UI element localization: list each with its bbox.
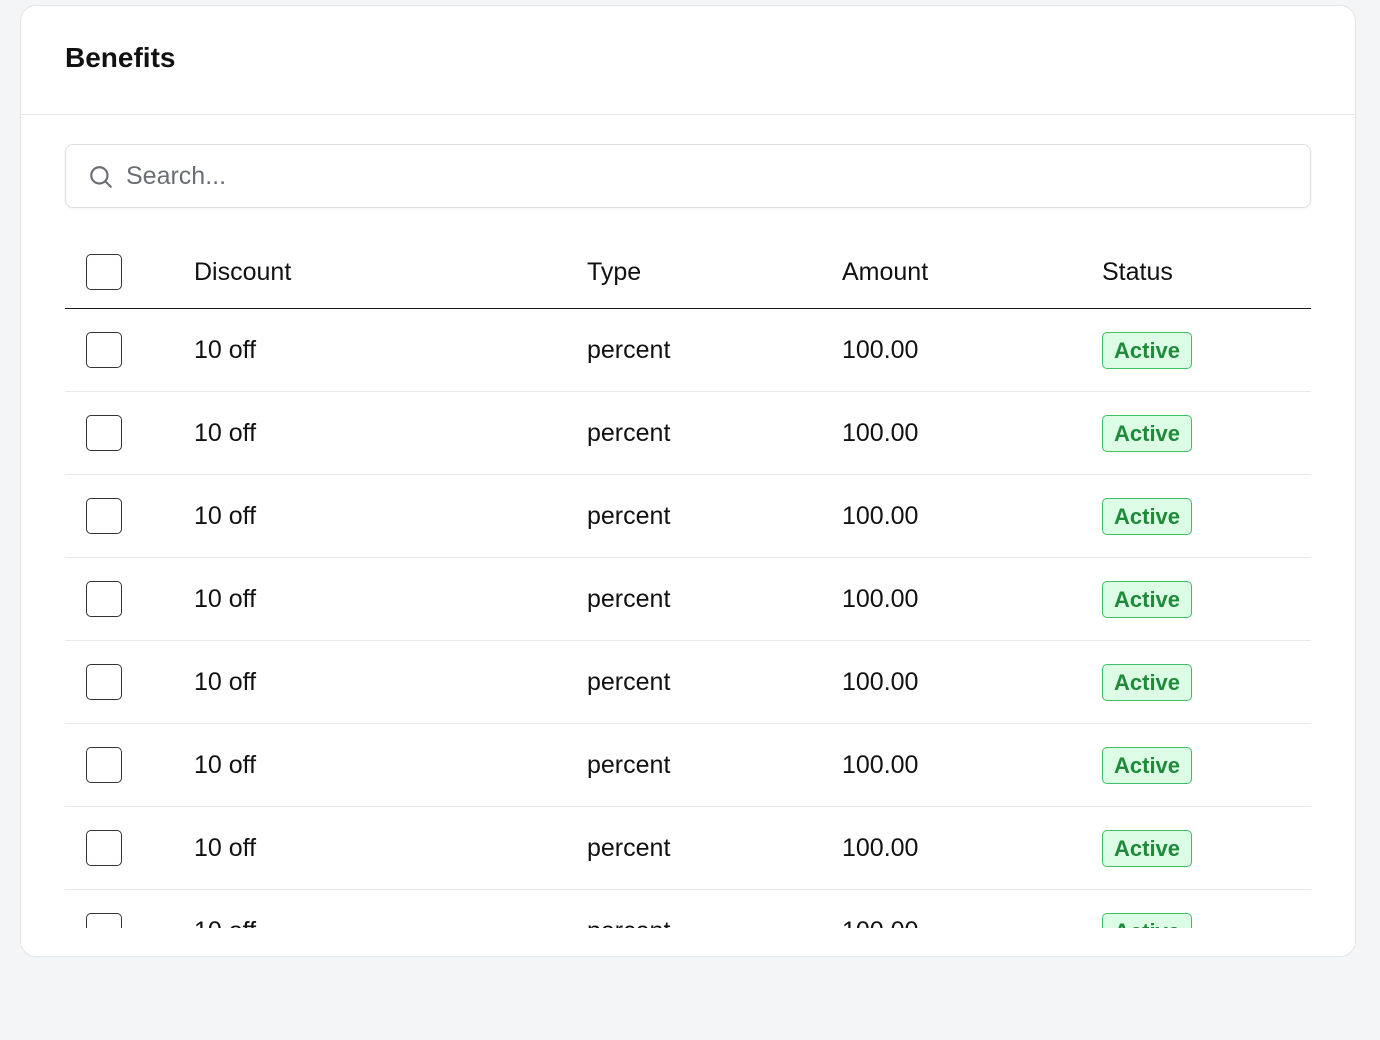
select-cell xyxy=(65,806,194,890)
status-cell: Active xyxy=(1102,308,1311,392)
type-cell: percent xyxy=(587,308,842,392)
benefits-card: Benefits Discount Type Amount xyxy=(20,5,1356,957)
row-checkbox[interactable] xyxy=(86,747,122,783)
type-cell: percent xyxy=(587,474,842,558)
select-cell xyxy=(65,474,194,558)
status-badge: Active xyxy=(1102,331,1193,369)
status-badge: Active xyxy=(1102,912,1193,928)
row-checkbox[interactable] xyxy=(86,664,122,700)
search-input[interactable] xyxy=(124,155,1228,197)
search-box[interactable] xyxy=(65,144,1311,208)
column-header-type[interactable]: Type xyxy=(587,236,842,309)
status-cell: Active xyxy=(1102,391,1311,475)
discount-cell: 10 off xyxy=(194,806,587,890)
table-row[interactable]: 10 off percent 100.00 Active xyxy=(65,308,1311,392)
table-row[interactable]: 10 off percent 100.00 Active xyxy=(65,640,1311,724)
card-header: Benefits xyxy=(21,6,1355,115)
type-cell: percent xyxy=(587,557,842,641)
discount-cell: 10 off xyxy=(194,640,587,724)
page-title: Benefits xyxy=(65,42,176,73)
type-cell: percent xyxy=(587,391,842,475)
status-badge: Active xyxy=(1102,580,1193,618)
status-badge: Active xyxy=(1102,829,1193,867)
select-cell xyxy=(65,557,194,641)
select-cell xyxy=(65,640,194,724)
amount-cell: 100.00 xyxy=(842,391,1102,475)
type-cell: percent xyxy=(587,889,842,928)
amount-cell: 100.00 xyxy=(842,557,1102,641)
status-badge: Active xyxy=(1102,663,1193,701)
status-cell: Active xyxy=(1102,889,1311,928)
status-cell: Active xyxy=(1102,474,1311,558)
status-cell: Active xyxy=(1102,723,1311,807)
discount-cell: 10 off xyxy=(194,889,587,928)
search-icon xyxy=(90,166,112,188)
table-row[interactable]: 10 off percent 100.00 Active xyxy=(65,474,1311,558)
status-cell: Active xyxy=(1102,806,1311,890)
amount-cell: 100.00 xyxy=(842,308,1102,392)
select-cell xyxy=(65,391,194,475)
row-checkbox[interactable] xyxy=(86,830,122,866)
row-checkbox[interactable] xyxy=(86,913,122,928)
card-body: Discount Type Amount Status 10 off perce… xyxy=(21,115,1355,928)
type-cell: percent xyxy=(587,806,842,890)
status-badge: Active xyxy=(1102,414,1193,452)
table-row[interactable]: 10 off percent 100.00 Active xyxy=(65,391,1311,475)
row-checkbox[interactable] xyxy=(86,581,122,617)
amount-cell: 100.00 xyxy=(842,640,1102,724)
header-select-cell xyxy=(65,236,194,309)
status-cell: Active xyxy=(1102,640,1311,724)
table-row[interactable]: 10 off percent 100.00 Active xyxy=(65,889,1311,928)
status-cell: Active xyxy=(1102,557,1311,641)
select-cell xyxy=(65,723,194,807)
table-header-row: Discount Type Amount Status xyxy=(65,236,1311,309)
row-checkbox[interactable] xyxy=(86,498,122,534)
table-row[interactable]: 10 off percent 100.00 Active xyxy=(65,806,1311,890)
table-row[interactable]: 10 off percent 100.00 Active xyxy=(65,557,1311,641)
select-cell xyxy=(65,308,194,392)
discount-cell: 10 off xyxy=(194,308,587,392)
select-all-checkbox[interactable] xyxy=(86,254,122,290)
amount-cell: 100.00 xyxy=(842,723,1102,807)
amount-cell: 100.00 xyxy=(842,474,1102,558)
discount-cell: 10 off xyxy=(194,391,587,475)
benefits-table: Discount Type Amount Status 10 off perce… xyxy=(65,236,1311,928)
status-badge: Active xyxy=(1102,497,1193,535)
table-container: Discount Type Amount Status 10 off perce… xyxy=(65,236,1311,928)
column-header-status[interactable]: Status xyxy=(1102,236,1311,309)
select-cell xyxy=(65,889,194,928)
column-header-amount[interactable]: Amount xyxy=(842,236,1102,309)
type-cell: percent xyxy=(587,640,842,724)
amount-cell: 100.00 xyxy=(842,806,1102,890)
discount-cell: 10 off xyxy=(194,557,587,641)
column-header-discount[interactable]: Discount xyxy=(194,236,587,309)
row-checkbox[interactable] xyxy=(86,332,122,368)
amount-cell: 100.00 xyxy=(842,889,1102,928)
status-badge: Active xyxy=(1102,746,1193,784)
discount-cell: 10 off xyxy=(194,723,587,807)
type-cell: percent xyxy=(587,723,842,807)
table-row[interactable]: 10 off percent 100.00 Active xyxy=(65,723,1311,807)
discount-cell: 10 off xyxy=(194,474,587,558)
row-checkbox[interactable] xyxy=(86,415,122,451)
